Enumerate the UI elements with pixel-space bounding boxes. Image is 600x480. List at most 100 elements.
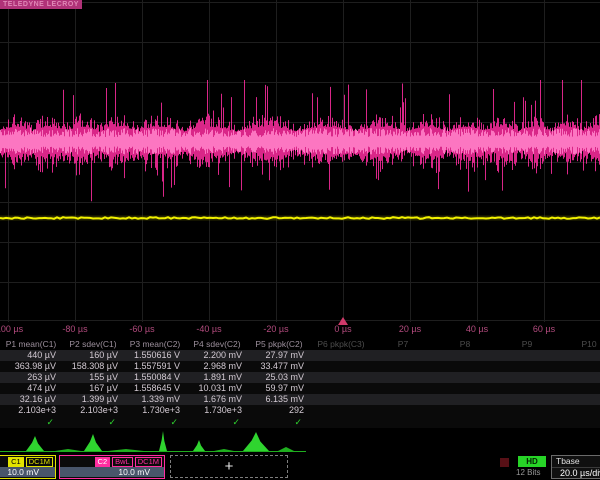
brand-logo: TELEDYNE LECROY	[0, 0, 82, 9]
measurement-value	[496, 383, 558, 394]
c2-volts-per-div: 10.0 mV	[60, 467, 164, 477]
measurement-header[interactable]: P6 pkpk(C3)	[310, 338, 372, 350]
time-axis-label: -80 µs	[62, 324, 87, 334]
measurement-column: P1 mean(C1)440 µV363.98 µV263 µV474 µV32…	[0, 338, 62, 428]
measurement-value: 33.477 mV	[248, 361, 310, 372]
measurement-status-empty	[434, 416, 496, 428]
measurement-value: 363.98 µV	[0, 361, 62, 372]
measurement-header[interactable]: P10	[558, 338, 600, 350]
measurement-header[interactable]: P1 mean(C1)	[0, 338, 62, 350]
measurement-header[interactable]: P3 mean(C2)	[124, 338, 186, 350]
hd-mode-badge: HD	[518, 456, 546, 467]
measurement-value: 1.558645 V	[124, 383, 186, 394]
trigger-position-marker[interactable]	[338, 317, 348, 325]
measurement-value	[558, 361, 600, 372]
measurement-value: 1.399 µV	[62, 394, 124, 405]
timebase-title: Tbase	[552, 456, 600, 468]
histicon-shape	[159, 431, 167, 451]
measurement-value: 25.03 mV	[248, 372, 310, 383]
measurement-column: P2 sdev(C1)160 µV158.308 µV155 µV167 µV1…	[62, 338, 124, 428]
measurement-value	[310, 405, 372, 416]
histicon-shape	[193, 440, 205, 451]
measurement-value	[310, 372, 372, 383]
measurement-column: P9	[496, 338, 558, 428]
measurement-value	[372, 372, 434, 383]
measurement-value: 1.676 mV	[186, 394, 248, 405]
timebase-descriptor[interactable]: Tbase 20.0 µs/div	[551, 455, 600, 479]
measurement-header[interactable]: P4 sdev(C2)	[186, 338, 248, 350]
measurement-value: 160 µV	[62, 350, 124, 361]
measurement-value	[310, 350, 372, 361]
c1-channel-descriptor[interactable]: C1 DC1M 10.0 mV	[0, 455, 56, 479]
measurement-header[interactable]: P9	[496, 338, 558, 350]
measurement-column: P6 pkpk(C3)	[310, 338, 372, 428]
histicon-shape	[108, 449, 144, 451]
c1-label-badge: C1	[8, 457, 24, 467]
histicon-shape	[55, 449, 81, 451]
time-axis-label: -60 µs	[129, 324, 154, 334]
measurement-value: 6.135 mV	[248, 394, 310, 405]
measurement-header[interactable]: P2 sdev(C1)	[62, 338, 124, 350]
c1-volts-per-div: 10.0 mV	[0, 467, 55, 477]
measurement-value: 2.103e+3	[0, 405, 62, 416]
waveform-plot	[0, 0, 600, 322]
measurement-header[interactable]: P8	[434, 338, 496, 350]
measurement-value	[372, 405, 434, 416]
measurement-value	[496, 350, 558, 361]
measurement-value	[434, 383, 496, 394]
measurement-value: 10.031 mV	[186, 383, 248, 394]
time-axis-label: -20 µs	[263, 324, 288, 334]
measurement-value: 474 µV	[0, 383, 62, 394]
measurement-value: 1.730e+3	[124, 405, 186, 416]
c1-badges: C1 DC1M	[0, 456, 55, 467]
measurement-status-empty	[310, 416, 372, 428]
measurement-header[interactable]: P5 pkpk(C2)	[248, 338, 310, 350]
histicon-shape	[84, 434, 102, 451]
c1-coupling-badge: DC1M	[26, 457, 53, 467]
histicon-shape	[26, 436, 44, 451]
measurement-value: 27.97 mV	[248, 350, 310, 361]
measurement-value	[558, 383, 600, 394]
measurement-column: P4 sdev(C2)2.200 mV2.968 mV1.891 mV10.03…	[186, 338, 248, 428]
measurement-value	[434, 361, 496, 372]
time-axis-label: 40 µs	[466, 324, 488, 334]
measurement-value	[558, 405, 600, 416]
measurement-table: P1 mean(C1)440 µV363.98 µV263 µV474 µV32…	[0, 338, 600, 428]
timebase-axis: -100 µs-80 µs-60 µs-40 µs-20 µs0 µs20 µs…	[0, 320, 600, 338]
c2-channel-descriptor[interactable]: C2 BwL DC1M 10.0 mV	[59, 455, 165, 479]
measurement-column: P10	[558, 338, 600, 428]
measurement-value: 1.891 mV	[186, 372, 248, 383]
measurement-value: 263 µV	[0, 372, 62, 383]
measurement-header[interactable]: P7	[372, 338, 434, 350]
measurement-value	[496, 361, 558, 372]
measurement-status-empty	[496, 416, 558, 428]
measurement-value: 1.557591 V	[124, 361, 186, 372]
c2-bandwidth-limit-badge: BwL	[112, 457, 133, 467]
time-axis-label: -40 µs	[196, 324, 221, 334]
measurement-value: 158.308 µV	[62, 361, 124, 372]
time-axis-label: 60 µs	[533, 324, 555, 334]
measurement-value	[434, 405, 496, 416]
measurement-value: 2.200 mV	[186, 350, 248, 361]
measurement-column: P5 pkpk(C2)27.97 mV33.477 mV25.03 mV59.9…	[248, 338, 310, 428]
add-trace-button[interactable]: +	[170, 455, 288, 478]
measurement-value	[310, 383, 372, 394]
histicon-shape	[243, 432, 269, 451]
measurement-value	[310, 361, 372, 372]
measurement-value: 1.730e+3	[186, 405, 248, 416]
measurement-histicons	[0, 428, 600, 455]
measurement-value: 32.16 µV	[0, 394, 62, 405]
c2-coupling-badge: DC1M	[135, 457, 162, 467]
measurement-value	[558, 350, 600, 361]
measurement-status-check: ✓	[62, 416, 124, 428]
measurement-value	[372, 394, 434, 405]
clipped-indicator-fragment	[500, 458, 509, 467]
measurement-value: 1.550616 V	[124, 350, 186, 361]
measurement-value: 167 µV	[62, 383, 124, 394]
measurement-value: 1.550084 V	[124, 372, 186, 383]
measurement-value	[372, 361, 434, 372]
measurement-value	[558, 394, 600, 405]
measurement-value: 155 µV	[62, 372, 124, 383]
measurement-column: P8	[434, 338, 496, 428]
oscilloscope-screen: TELEDYNE LECROY -100 µs-80 µs-60 µs-40 µ…	[0, 0, 600, 480]
